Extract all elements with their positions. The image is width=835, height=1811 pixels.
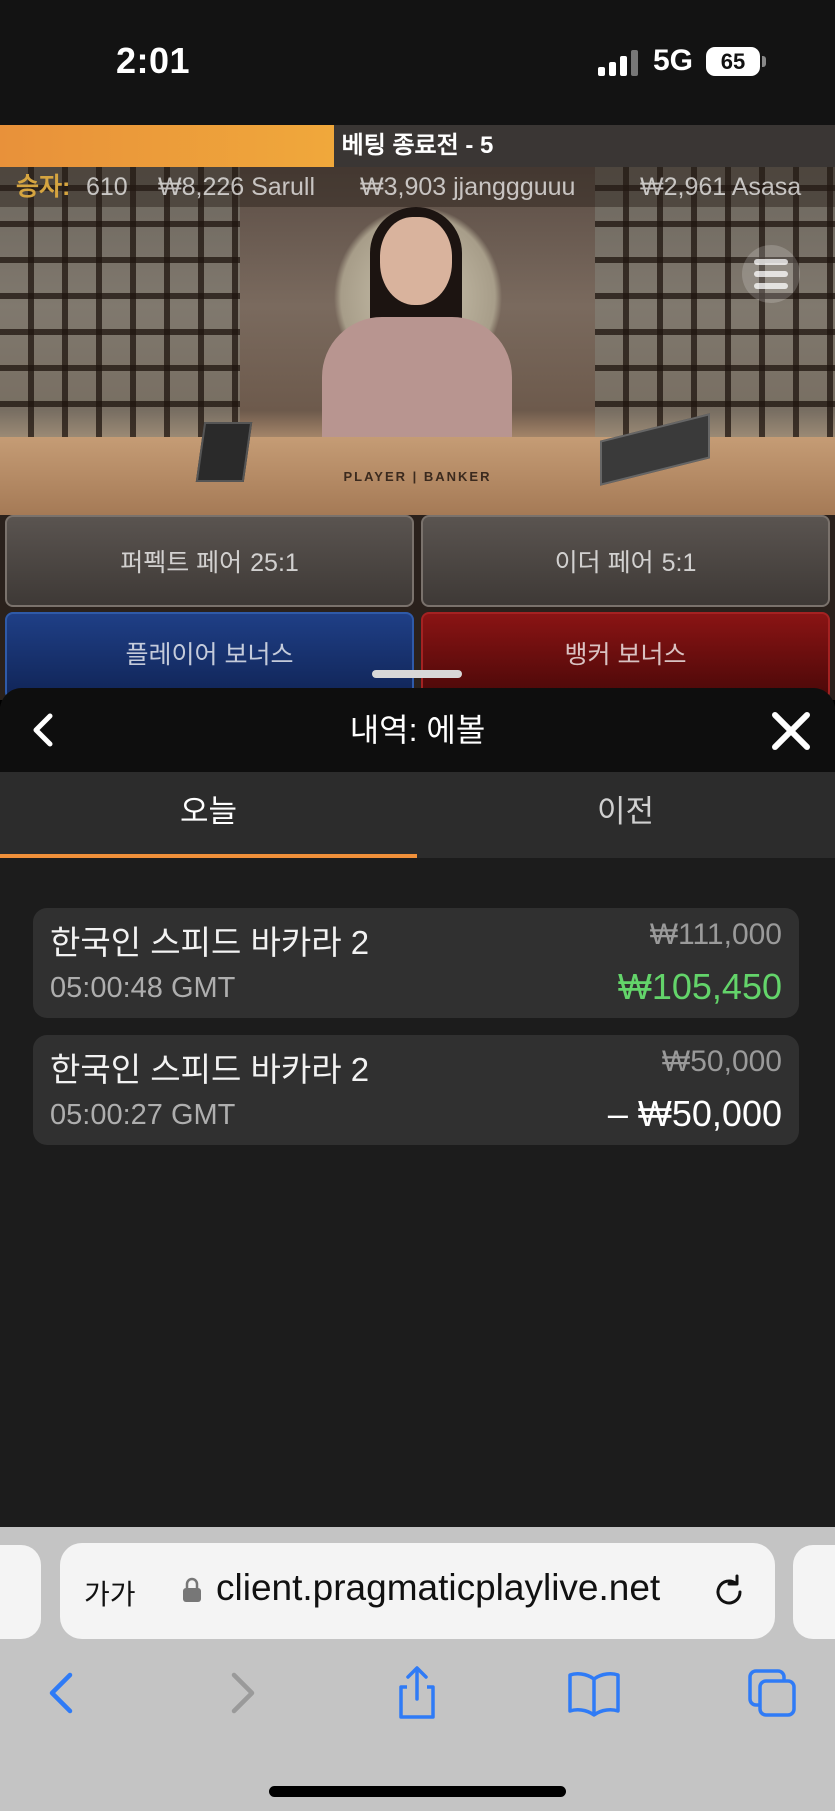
bet-label: 플레이어 보너스 bbox=[125, 641, 294, 669]
betting-timer: 베팅 종료전 - 5 bbox=[0, 125, 835, 167]
history-game-name: 한국인 스피드 바카라 2 bbox=[50, 1051, 370, 1088]
status-time: 2:01 bbox=[116, 40, 191, 81]
back-nav-icon[interactable] bbox=[34, 1665, 90, 1721]
history-result: ₩105,450 bbox=[617, 966, 782, 1007]
history-stake: ₩50,000 bbox=[661, 1045, 782, 1078]
signal-icon bbox=[598, 50, 640, 76]
bet-label: 퍼펙트 페어 bbox=[120, 549, 243, 577]
lattice-decoration-left bbox=[0, 167, 240, 437]
bookmarks-icon[interactable] bbox=[566, 1665, 622, 1721]
dealer-video: PLAYER | BANKER bbox=[0, 167, 835, 515]
history-time: 05:00:27 GMT bbox=[50, 1099, 236, 1131]
bet-odds: 25:1 bbox=[250, 549, 299, 577]
history-tabs: 오늘 이전 bbox=[0, 772, 835, 858]
tabs-icon[interactable] bbox=[744, 1665, 800, 1721]
back-arrow-icon[interactable] bbox=[22, 708, 66, 752]
winner-item: ₩3,903 jjanggguuu bbox=[360, 173, 576, 201]
forward-nav-icon[interactable] bbox=[214, 1665, 270, 1721]
panel-title: 내역: 에볼 bbox=[349, 712, 486, 748]
bet-either-pair[interactable]: 이더 페어 5:1 bbox=[421, 515, 830, 607]
next-tab-preview[interactable] bbox=[793, 1545, 835, 1639]
winner-item: ₩2,961 Asasa bbox=[640, 173, 802, 201]
tab-today[interactable]: 오늘 bbox=[0, 772, 417, 858]
history-item[interactable]: 한국인 스피드 바카라 2 05:00:27 GMT ₩50,000 – ₩50… bbox=[33, 1035, 799, 1145]
bet-odds: 5:1 bbox=[661, 549, 697, 577]
browser-toolbar: 가가 client.pragmaticplaylive.net bbox=[0, 1527, 835, 1811]
bet-label: 이더 페어 bbox=[554, 549, 654, 577]
battery-icon: 65 bbox=[706, 47, 760, 76]
winners-ticker: 승자: 610 ₩8,226 Sarull ₩3,903 jjanggguuu … bbox=[0, 167, 835, 207]
url-text[interactable]: client.pragmaticplaylive.net bbox=[216, 1567, 660, 1609]
bet-banker-bonus[interactable]: 뱅커 보너스 bbox=[421, 612, 830, 700]
close-icon[interactable] bbox=[770, 710, 812, 752]
bet-label: 뱅커 보너스 bbox=[564, 641, 687, 669]
bet-perfect-pair[interactable]: 퍼펙트 페어 25:1 bbox=[5, 515, 414, 607]
timer-text: 베팅 종료전 - 5 bbox=[341, 132, 494, 159]
winner-item: 610 bbox=[86, 173, 128, 201]
share-icon[interactable] bbox=[389, 1665, 445, 1721]
panel-header: 내역: 에볼 bbox=[0, 688, 835, 772]
history-game-name: 한국인 스피드 바카라 2 bbox=[50, 924, 370, 961]
history-time: 05:00:48 GMT bbox=[50, 972, 236, 1004]
previous-tab-preview[interactable] bbox=[0, 1545, 41, 1639]
history-stake: ₩111,000 bbox=[649, 918, 782, 951]
bet-player-bonus[interactable]: 플레이어 보너스 bbox=[5, 612, 414, 700]
winner-item: ₩8,226 Sarull bbox=[158, 173, 316, 201]
reload-icon[interactable] bbox=[710, 1573, 748, 1611]
history-result: – ₩50,000 bbox=[607, 1093, 782, 1134]
status-bar: 2:01 5G 65 bbox=[0, 0, 835, 125]
sheet-grabber[interactable] bbox=[372, 670, 462, 678]
game-area: PLAYER | BANKER 베팅 종료전 - 5 승자: 610 ₩8,22… bbox=[0, 125, 835, 700]
battery-tip bbox=[762, 56, 766, 67]
history-panel: 내역: 에볼 오늘 이전 한국인 스피드 바카라 2 05:00:48 GMT … bbox=[0, 688, 835, 1528]
lattice-decoration-right bbox=[595, 167, 835, 437]
lock-icon bbox=[183, 1577, 201, 1602]
home-indicator bbox=[269, 1786, 566, 1797]
tab-previous[interactable]: 이전 bbox=[417, 772, 834, 858]
winners-label: 승자: bbox=[16, 173, 71, 201]
game-menu-button[interactable] bbox=[742, 245, 800, 303]
active-tab-indicator bbox=[0, 854, 417, 858]
dealer-head bbox=[380, 217, 452, 305]
text-size-button[interactable]: 가가 bbox=[84, 1573, 136, 1613]
history-item[interactable]: 한국인 스피드 바카라 2 05:00:48 GMT ₩111,000 ₩105… bbox=[33, 908, 799, 1018]
network-label: 5G bbox=[653, 44, 694, 77]
address-bar[interactable]: 가가 client.pragmaticplaylive.net bbox=[60, 1543, 775, 1639]
table-label: PLAYER | BANKER bbox=[343, 469, 492, 484]
